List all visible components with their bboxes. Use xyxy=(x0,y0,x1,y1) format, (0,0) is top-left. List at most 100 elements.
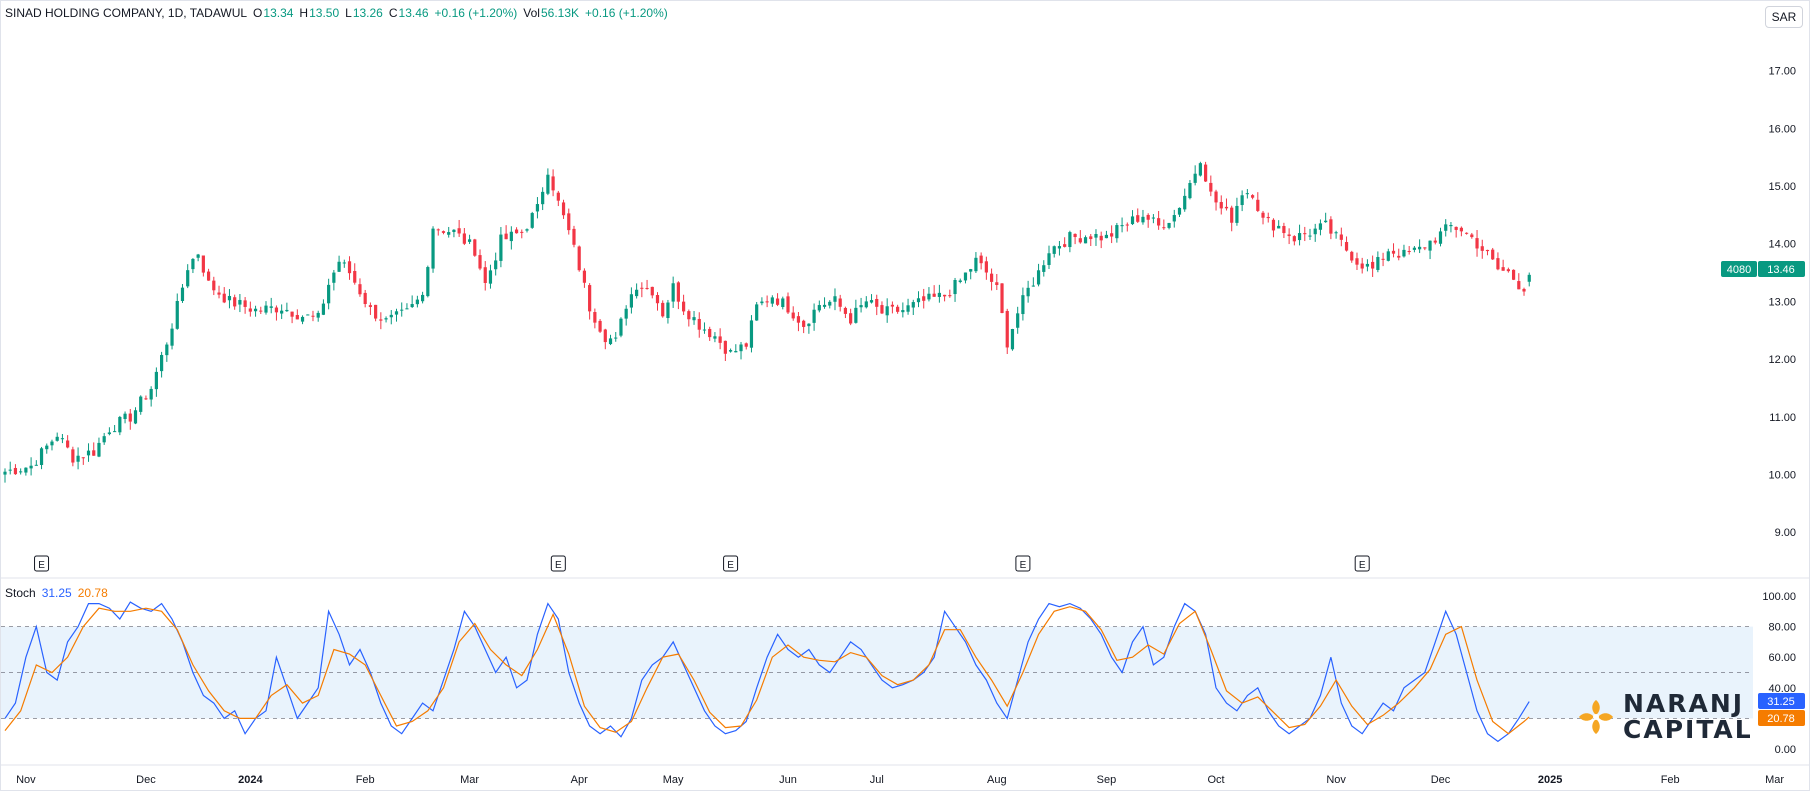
candle-body xyxy=(661,302,665,317)
candle xyxy=(238,293,242,313)
candle-body xyxy=(943,294,947,297)
candle xyxy=(97,437,101,458)
candle-body xyxy=(45,445,49,450)
candle-body xyxy=(191,258,195,270)
candle-body xyxy=(577,246,581,271)
candle-body xyxy=(671,283,675,302)
close-label: C xyxy=(388,6,398,20)
candle-body xyxy=(1491,249,1495,260)
candle-body xyxy=(483,267,487,283)
candle-body xyxy=(186,270,190,287)
price-chart[interactable]: E E E E E 17.00 16.00 15.00 14.00 13.00 12.00 11.0… xyxy=(1,1,1809,790)
candle xyxy=(1047,245,1051,270)
candle xyxy=(358,278,362,297)
candle-body xyxy=(1141,216,1145,223)
earnings-marker-label: E xyxy=(1359,560,1366,571)
candle-body xyxy=(1475,238,1479,249)
candle xyxy=(3,468,7,483)
candle xyxy=(937,284,941,303)
candle-body xyxy=(290,311,294,317)
candle xyxy=(953,277,957,302)
candle-body xyxy=(744,343,748,347)
price-axis[interactable]: 17.00 16.00 15.00 14.00 13.00 12.00 11.00 10.00… xyxy=(1768,66,1796,540)
candle xyxy=(71,446,75,467)
time-tick-label: Dec xyxy=(1431,774,1451,786)
candle-body xyxy=(97,442,101,457)
candle-body xyxy=(389,314,393,318)
candle-body xyxy=(509,231,513,242)
candle-body xyxy=(1245,193,1249,195)
close-value: 13.46 xyxy=(398,6,429,20)
currency-button[interactable]: SAR xyxy=(1765,6,1803,28)
candle-body xyxy=(598,320,602,332)
candle-body xyxy=(1386,251,1390,261)
candle xyxy=(462,227,466,246)
candle-body xyxy=(593,312,597,323)
candle xyxy=(582,268,587,288)
candle xyxy=(1068,230,1072,253)
volume-label: Vol xyxy=(523,6,540,20)
candle-body xyxy=(561,202,566,216)
candle-body xyxy=(880,305,884,314)
candle xyxy=(1371,255,1375,277)
candle xyxy=(629,287,633,314)
candle xyxy=(118,415,122,436)
candle-body xyxy=(567,213,571,231)
candle xyxy=(494,252,498,276)
chart-window: E E E E E 17.00 16.00 15.00 14.00 13.00 12.00 11.0… xyxy=(0,0,1810,791)
candle-body xyxy=(1083,237,1088,244)
candle xyxy=(1365,259,1370,272)
candle-body xyxy=(588,285,592,312)
candle-body xyxy=(264,305,268,313)
candle-body xyxy=(1240,195,1244,206)
candle-body xyxy=(922,296,926,301)
candle-body xyxy=(640,287,644,289)
stoch-axis[interactable]: 100.0080.0060.0040.0020.000.00 xyxy=(1762,591,1796,756)
candle xyxy=(295,309,299,320)
candle xyxy=(306,314,310,316)
time-axis[interactable]: Nov Dec 2024 Feb Mar Apr May Jun Jul Aug Sep Oct Nov… xyxy=(16,774,1784,786)
candle xyxy=(708,326,712,341)
candle xyxy=(713,332,717,343)
candle-body xyxy=(989,273,994,282)
candle-body xyxy=(1318,223,1323,230)
stoch-d-tag: 20.78 xyxy=(1767,713,1795,725)
candle xyxy=(509,226,513,250)
price-tag-value: 13.46 xyxy=(1767,264,1795,276)
candle xyxy=(253,305,258,317)
candle-body xyxy=(1052,246,1056,254)
candle xyxy=(1010,328,1015,351)
candle xyxy=(1083,235,1088,244)
candle-body xyxy=(39,448,44,465)
candle xyxy=(796,312,801,332)
candle xyxy=(180,284,185,303)
candle xyxy=(1125,222,1129,232)
candle xyxy=(504,225,508,240)
candle-body xyxy=(170,328,174,346)
price-tick-label: 13.00 xyxy=(1768,296,1796,308)
candle xyxy=(410,295,414,309)
candle-body xyxy=(488,270,493,284)
candle xyxy=(175,293,179,330)
candle-body xyxy=(1198,163,1202,176)
candle xyxy=(415,295,419,308)
candle-body xyxy=(24,467,28,473)
candle-body xyxy=(295,314,299,320)
candle xyxy=(1099,231,1103,249)
candle xyxy=(890,301,894,314)
candle xyxy=(1350,250,1354,263)
candle xyxy=(958,278,962,284)
time-tick-label: Mar xyxy=(460,774,479,786)
candle xyxy=(347,256,352,280)
candle xyxy=(1297,224,1302,246)
stoch-label[interactable]: Stoch xyxy=(5,586,36,600)
candle xyxy=(812,303,816,331)
symbol-title[interactable]: SINAD HOLDING COMPANY, 1D, TADAWUL xyxy=(5,6,247,20)
candle-body xyxy=(734,351,738,353)
candle xyxy=(1449,221,1453,233)
candle xyxy=(128,408,132,430)
candle-body xyxy=(697,318,701,330)
candle-body xyxy=(1418,246,1422,250)
candle xyxy=(896,304,900,314)
candle-body xyxy=(1287,234,1291,237)
